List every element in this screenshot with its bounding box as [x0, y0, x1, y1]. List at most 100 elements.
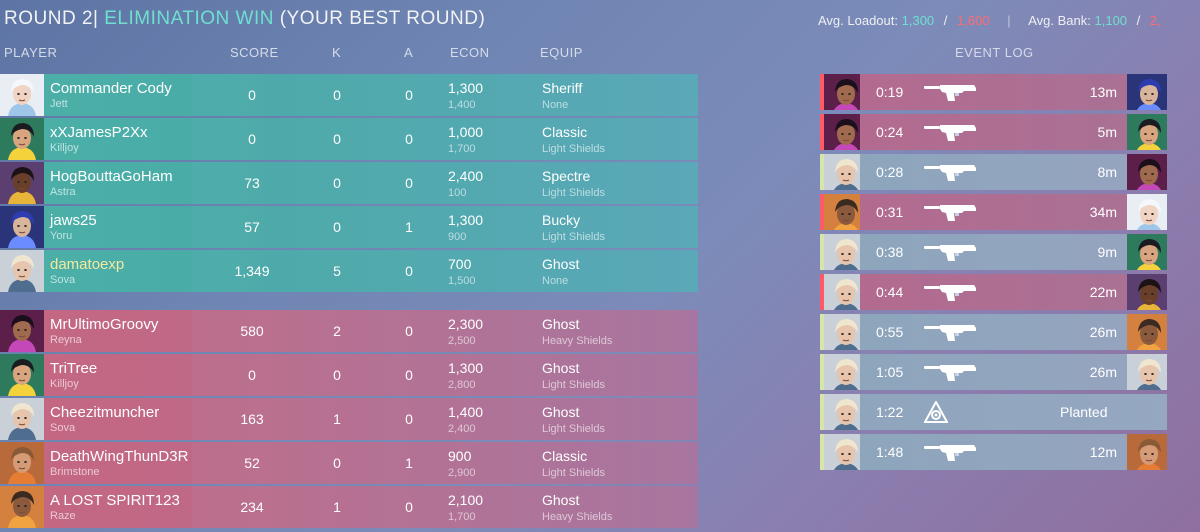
- kill-distance: 34m: [1089, 204, 1117, 220]
- kill-distance: 26m: [1089, 324, 1117, 340]
- player-row[interactable]: Commander Cody Jett 0 0 0 1,300 1,400 Sh…: [0, 74, 698, 116]
- player-row[interactable]: A LOST SPIRIT123 Raze 234 1 0 2,100 1,70…: [0, 486, 698, 528]
- agent-name: Astra: [50, 186, 76, 198]
- player-avatar: [0, 74, 44, 116]
- weapon-icon-wrap: [924, 323, 982, 343]
- loadout-value: 1,300: [448, 360, 484, 376]
- best-round-tag: (YOUR BEST ROUND): [279, 8, 486, 29]
- player-kills: 1: [333, 499, 341, 515]
- player-score: 0: [248, 87, 256, 103]
- killer-portrait: [824, 394, 860, 430]
- player-row[interactable]: xXJamesP2Xx Killjoy 0 0 0 1,000 1,700 Cl…: [0, 118, 698, 160]
- player-assists: 0: [405, 323, 413, 339]
- killer-portrait: [824, 194, 860, 230]
- weapon-name: Spectre: [542, 168, 591, 184]
- player-score: 163: [240, 411, 264, 427]
- reyna-portrait-icon: [824, 114, 860, 150]
- kill-distance: 5m: [1097, 124, 1117, 140]
- event-time: 1:48: [876, 444, 904, 460]
- victim-portrait: [1127, 434, 1167, 470]
- divider: |: [1007, 13, 1011, 28]
- killjoy-portrait-icon: [0, 118, 44, 160]
- kill-event[interactable]: 0:44 22m: [820, 274, 1167, 310]
- loadout-value: 2,300: [448, 316, 484, 332]
- column-header-econ: ECON: [450, 45, 490, 60]
- ghost-silhouette-icon: [924, 85, 976, 101]
- weapon-name: Ghost: [542, 256, 580, 272]
- reyna-portrait-icon: [1127, 154, 1167, 190]
- brimstone-portrait-icon: [1127, 434, 1167, 470]
- bank-value: 100: [448, 187, 467, 199]
- kill-event[interactable]: 1:05 26m: [820, 354, 1167, 390]
- kill-event[interactable]: 0:24 5m: [820, 114, 1167, 150]
- player-assists: 1: [405, 455, 413, 471]
- player-name: damatoexp: [50, 256, 125, 273]
- player-assists: 0: [405, 131, 413, 147]
- jett-portrait-icon: [0, 74, 44, 116]
- victim-portrait: [1127, 114, 1167, 150]
- ghost-silhouette-icon: [924, 205, 976, 221]
- kill-event[interactable]: 0:38 9m: [820, 234, 1167, 270]
- player-score: 0: [248, 367, 256, 383]
- spike-icon: [923, 399, 949, 423]
- jett-portrait-icon: [1127, 194, 1167, 230]
- weapon-name: Classic: [542, 124, 588, 140]
- player-row[interactable]: Cheezitmuncher Sova 163 1 0 1,400 2,400 …: [0, 398, 698, 440]
- player-row[interactable]: TriTree Killjoy 0 0 0 1,300 2,800 Ghost …: [0, 354, 698, 396]
- event-time: 0:28: [876, 164, 904, 180]
- round-title: ROUND 2| ELIMINATION WIN (YOUR BEST ROUN…: [4, 8, 485, 30]
- bank-value: 2,900: [448, 467, 476, 479]
- loadout-value: 2,400: [448, 168, 484, 184]
- astra-portrait-icon: [1127, 274, 1167, 310]
- weapon-name: Ghost: [542, 360, 580, 376]
- player-name: TriTree: [50, 360, 98, 377]
- weapon-name: Classic: [542, 448, 588, 464]
- player-name: A LOST SPIRIT123: [50, 492, 180, 509]
- armor-name: None: [542, 275, 569, 287]
- victim-portrait: [1127, 74, 1167, 110]
- player-score: 52: [244, 455, 260, 471]
- raze-portrait-icon: [1127, 314, 1167, 350]
- weapon-icon-wrap: [924, 443, 982, 463]
- victim-portrait: [1127, 314, 1167, 350]
- player-name: DeathWingThunD3R: [50, 448, 189, 465]
- column-header-equip: EQUIP: [540, 45, 583, 60]
- agent-name: Killjoy: [50, 142, 79, 154]
- yoru-portrait-icon: [0, 206, 44, 248]
- weapon-icon-wrap: [924, 283, 982, 303]
- bank-value: 1,700: [448, 511, 476, 523]
- event-time: 0:24: [876, 124, 904, 140]
- armor-name: Heavy Shields: [542, 335, 613, 347]
- bank-value: 2,400: [448, 423, 476, 435]
- yoru-portrait-icon: [1127, 74, 1167, 110]
- player-kills: 0: [333, 175, 341, 191]
- player-row[interactable]: HogBouttaGoHam Astra 73 0 0 2,400 100 Sp…: [0, 162, 698, 204]
- sova-portrait-icon: [824, 314, 860, 350]
- armor-name: Light Shields: [542, 379, 605, 391]
- planted-label: Planted: [1060, 404, 1108, 420]
- player-assists: 0: [405, 87, 413, 103]
- kill-event[interactable]: 0:19 13m: [820, 74, 1167, 110]
- player-name: HogBouttaGoHam: [50, 168, 173, 185]
- kill-event[interactable]: 1:48 12m: [820, 434, 1167, 470]
- sova-portrait-icon: [0, 250, 44, 292]
- player-avatar: [0, 118, 44, 160]
- player-row[interactable]: damatoexp Sova 1,349 5 0 700 1,500 Ghost…: [0, 250, 698, 292]
- kill-event[interactable]: 0:55 26m: [820, 314, 1167, 350]
- avg-bank-enemy: 2,: [1149, 13, 1161, 28]
- kill-event[interactable]: 0:28 8m: [820, 154, 1167, 190]
- kill-event[interactable]: 0:31 34m: [820, 194, 1167, 230]
- plant-event[interactable]: 1:22 Planted: [820, 394, 1167, 430]
- victim-portrait: [1127, 154, 1167, 190]
- player-avatar: [0, 162, 44, 204]
- weapon-icon-wrap: [924, 163, 982, 183]
- player-assists: 0: [405, 499, 413, 515]
- player-row[interactable]: jaws25 Yoru 57 0 1 1,300 900 Bucky Light…: [0, 206, 698, 248]
- player-row[interactable]: DeathWingThunD3R Brimstone 52 0 1 900 2,…: [0, 442, 698, 484]
- astra-portrait-icon: [0, 162, 44, 204]
- team-averages: Avg. Loadout: 1,300 / 1,600 | Avg. Bank:…: [818, 13, 1161, 28]
- brimstone-portrait-icon: [0, 442, 44, 484]
- bank-value: 1,500: [448, 275, 476, 287]
- player-name: Commander Cody: [50, 80, 172, 97]
- player-row[interactable]: MrUltimoGroovy Reyna 580 2 0 2,300 2,500…: [0, 310, 698, 352]
